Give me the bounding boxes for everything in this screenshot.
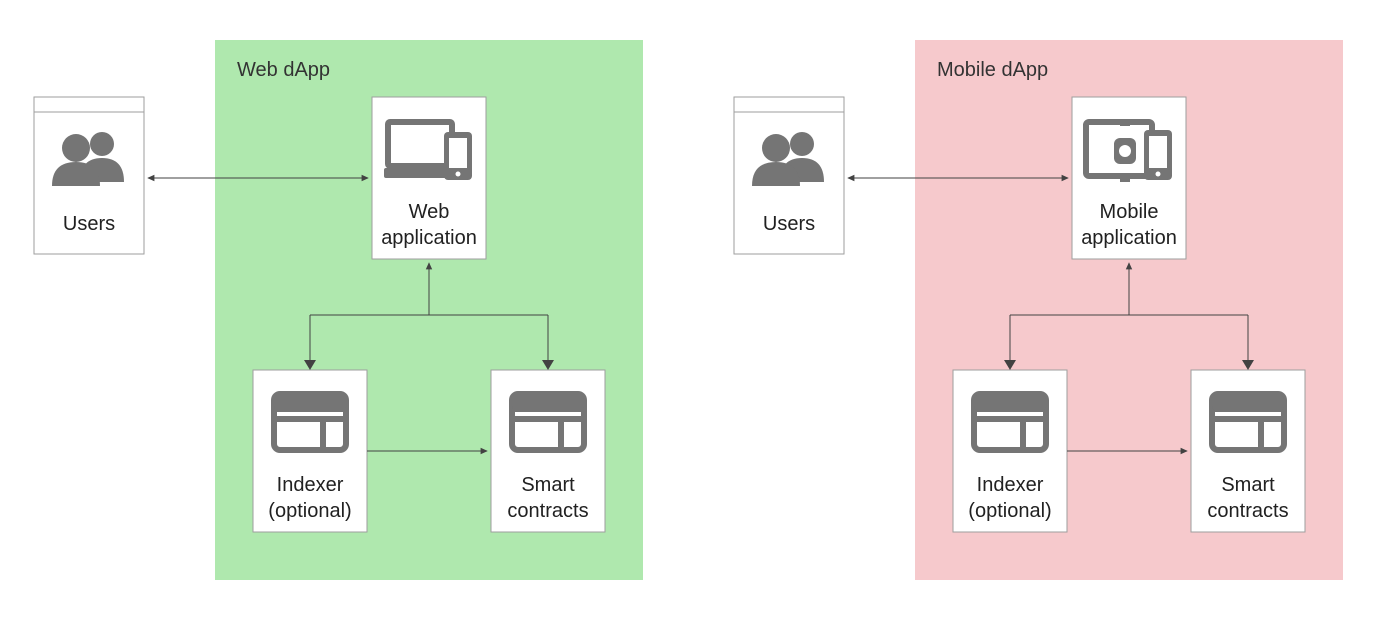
users-label-right: Users — [763, 213, 815, 235]
users-node-right: Users — [734, 97, 844, 254]
svg-text:Indexer: Indexer — [977, 474, 1044, 496]
indexer-node-left: Indexer (optional) — [253, 370, 367, 532]
svg-text:contracts: contracts — [1207, 500, 1288, 522]
users-label-left: Users — [63, 213, 115, 235]
svg-text:application: application — [381, 227, 477, 249]
mobile-dapp-group: Mobile dApp Users Mobile application Ind… — [734, 40, 1343, 580]
mobile-application-node: Mobile application — [1072, 97, 1186, 259]
svg-text:(optional): (optional) — [968, 500, 1051, 522]
svg-text:Indexer: Indexer — [277, 474, 344, 496]
web-dapp-group: Web dApp Users Web application Indexer (… — [34, 40, 643, 580]
architecture-diagram: Web dApp Users Web application Indexer (… — [0, 0, 1380, 640]
mobile-dapp-title: Mobile dApp — [937, 59, 1048, 81]
svg-text:(optional): (optional) — [268, 500, 351, 522]
users-node-left: Users — [34, 97, 144, 254]
svg-text:contracts: contracts — [507, 500, 588, 522]
svg-text:Web: Web — [409, 201, 450, 223]
indexer-node-right: Indexer (optional) — [953, 370, 1067, 532]
contracts-node-left: Smart contracts — [491, 370, 605, 532]
svg-text:Mobile: Mobile — [1100, 201, 1159, 223]
web-dapp-title: Web dApp — [237, 59, 330, 81]
contracts-node-right: Smart contracts — [1191, 370, 1305, 532]
svg-text:Smart: Smart — [1221, 474, 1275, 496]
svg-text:application: application — [1081, 227, 1177, 249]
svg-text:Smart: Smart — [521, 474, 575, 496]
web-application-node: Web application — [372, 97, 486, 259]
